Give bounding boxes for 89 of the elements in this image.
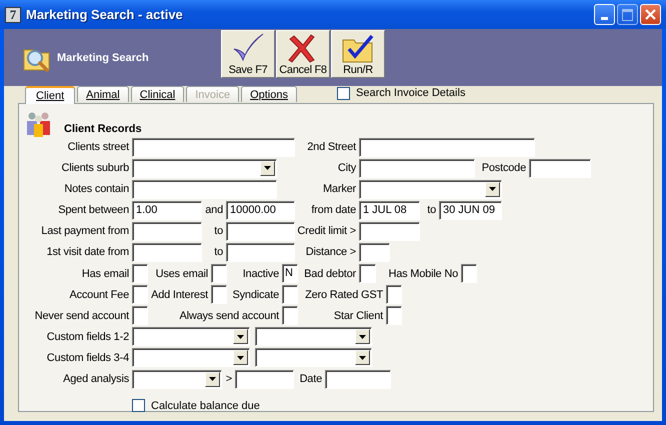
input-field[interactable] (132, 180, 277, 199)
input-field[interactable] (359, 138, 535, 156)
field-label: from date (310, 204, 357, 216)
field-label: Never send account (34, 310, 130, 322)
input-field[interactable] (132, 138, 295, 156)
dropdown-field[interactable] (255, 348, 372, 368)
flag-field[interactable] (461, 264, 477, 284)
flag-field[interactable] (386, 306, 402, 326)
flag-field[interactable] (386, 285, 402, 304)
field-label: Last payment from (40, 225, 130, 238)
minimize-button[interactable] (594, 4, 615, 25)
dropdown-field[interactable] (255, 327, 372, 346)
flag-field[interactable] (359, 264, 376, 284)
field-label: and (204, 204, 224, 216)
input-field[interactable] (359, 242, 390, 262)
input-field[interactable] (529, 158, 591, 178)
dropdown-field[interactable] (132, 348, 250, 368)
input-field[interactable] (359, 222, 420, 241)
dropdown-field[interactable] (132, 327, 250, 346)
maximize-button[interactable] (617, 4, 638, 25)
field-label: Postcode (480, 162, 527, 174)
input-field[interactable] (359, 158, 475, 178)
run-button[interactable]: Run/R (331, 30, 385, 78)
field-label: Distance > (304, 246, 357, 258)
field-label: to (213, 225, 224, 238)
search-invoice-details-checkbox[interactable]: Search Invoice Details (337, 86, 466, 100)
flag-field[interactable]: N (282, 264, 298, 284)
section-title: Client Records (64, 123, 142, 135)
field-label: Custom fields 1-2 (46, 330, 130, 343)
input-field[interactable]: 10000.00 (226, 200, 295, 220)
field-label: Zero Rated GST (304, 288, 384, 301)
save-button[interactable]: Save F7 (221, 30, 275, 78)
field-label: Credit limit > (296, 225, 357, 238)
field-label: Always send account (178, 310, 280, 322)
field-label: Clients suburb (60, 162, 130, 174)
folder-check-icon (340, 33, 376, 63)
field-label: to (426, 204, 437, 216)
close-icon (644, 8, 657, 21)
close-button[interactable] (640, 4, 661, 25)
field-label: Clients street (66, 141, 130, 153)
input-field[interactable] (132, 242, 202, 262)
field-label: Star Client (332, 310, 384, 322)
field-label: Has email (80, 268, 130, 280)
dropdown-field[interactable] (132, 158, 277, 178)
header-title: Marketing Search (57, 52, 149, 64)
field-label: Aged analysis (62, 373, 130, 386)
flag-field[interactable] (211, 264, 227, 284)
field-label: Has Mobile No (387, 268, 459, 280)
flag-field[interactable] (282, 285, 298, 304)
people-icon (26, 111, 52, 137)
input-field[interactable]: 1.00 (132, 200, 202, 220)
field-label: Bad debtor (303, 268, 357, 280)
window-title: Marketing Search - active (26, 7, 183, 22)
field-label: Add Interest (150, 288, 210, 301)
tab[interactable]: Animal (77, 86, 129, 102)
field-label: Date (298, 373, 323, 386)
dropdown-field[interactable] (359, 180, 502, 199)
tab[interactable]: Client (25, 86, 76, 104)
flag-field[interactable] (132, 264, 148, 284)
field-label: Account Fee (68, 288, 130, 301)
field-label: to (213, 246, 224, 258)
input-field[interactable] (132, 222, 202, 241)
tab[interactable]: Options (241, 86, 297, 102)
field-label: Notes contain (63, 183, 130, 196)
input-field[interactable] (226, 242, 295, 262)
field-label: Custom fields 3-4 (46, 352, 130, 364)
field-label: > (224, 373, 233, 386)
field-label: City (336, 162, 358, 174)
cancel-button[interactable]: Cancel F8 (276, 30, 330, 78)
field-label: Syndicate (231, 288, 280, 301)
field-label: Spent between (57, 204, 130, 216)
tab[interactable]: Clinical (130, 86, 184, 102)
field-label: 2nd Street (306, 141, 358, 153)
app-icon: 7 (5, 6, 21, 22)
flag-field[interactable] (132, 306, 148, 326)
input-field[interactable] (325, 370, 391, 389)
field-label: Uses email (154, 268, 209, 280)
flag-field[interactable] (282, 306, 298, 326)
flag-field[interactable] (132, 285, 148, 304)
input-field[interactable] (235, 370, 294, 389)
flag-field[interactable] (211, 285, 227, 304)
field-label: Inactive (242, 268, 280, 280)
field-label: 1st visit date from (46, 246, 130, 258)
input-field[interactable]: 30 JUN 09 (439, 200, 502, 220)
field-label: Marker (322, 183, 357, 196)
input-field[interactable] (226, 222, 295, 241)
calculate-balance-checkbox[interactable]: Calculate balance due (132, 399, 653, 412)
input-field[interactable]: 1 JUL 08 (359, 200, 420, 220)
dropdown-field[interactable] (132, 370, 222, 389)
